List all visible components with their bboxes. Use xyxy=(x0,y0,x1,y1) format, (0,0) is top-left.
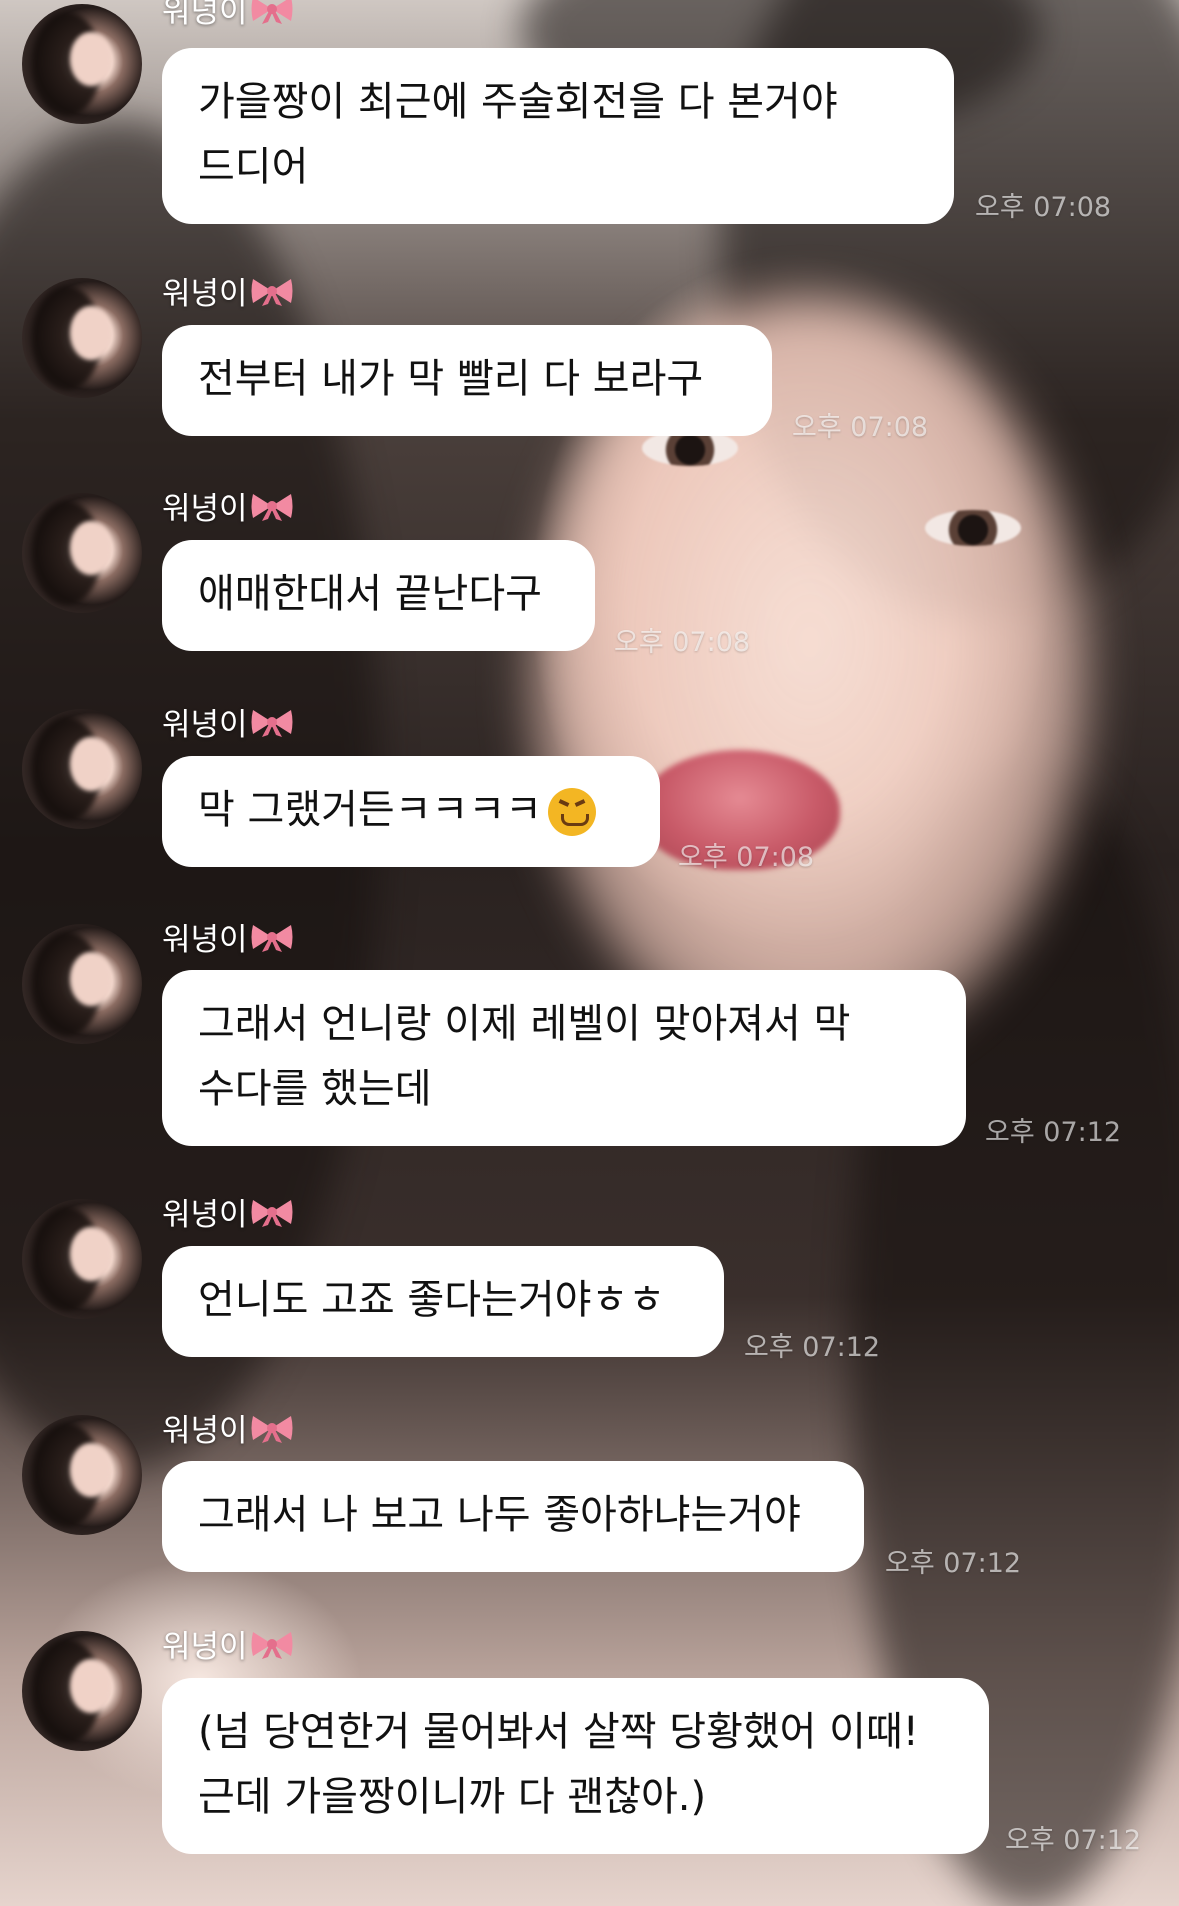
message-bubble[interactable]: 애매한대서 끝난다구 xyxy=(162,540,595,651)
message-time: 오후 07:08 xyxy=(678,842,815,873)
sender-name: 워녕이 xyxy=(162,699,294,744)
message-bubble[interactable]: 언니도 고죠 좋다는거야ㅎㅎ xyxy=(162,1246,724,1357)
sender-avatar[interactable] xyxy=(22,1415,142,1535)
sender-avatar[interactable] xyxy=(22,4,142,124)
message-text: 애매한대서 끝난다구 xyxy=(198,571,542,617)
message-time: 오후 07:12 xyxy=(985,1117,1122,1148)
message-bubble[interactable]: 그래서 나 보고 나두 좋아하냐는거야 xyxy=(162,1461,864,1572)
sender-name-text: 워녕이 xyxy=(162,491,248,527)
message-bubble[interactable]: 그래서 언니랑 이제 레벨이 맞아져서 막 수다를 했는데 xyxy=(162,970,966,1146)
sender-avatar[interactable] xyxy=(22,493,142,613)
sender-name: 워녕이 xyxy=(162,0,294,31)
message-bubble[interactable]: 막 그랬거든ㅋㅋㅋㅋ xyxy=(162,756,660,867)
message-text: 전부터 내가 막 빨리 다 보라구 xyxy=(198,356,704,402)
message-bubble[interactable]: 가을짱이 최근에 주술회전을 다 본거야 드디어 xyxy=(162,48,954,224)
sender-name: 워녕이 xyxy=(162,914,294,959)
ribbon-icon xyxy=(251,709,293,737)
message-time: 오후 07:12 xyxy=(1005,1825,1142,1856)
sender-name-text: 워녕이 xyxy=(162,276,248,312)
ribbon-icon xyxy=(251,0,293,24)
message-time: 오후 07:12 xyxy=(744,1332,881,1363)
message-time: 오후 07:08 xyxy=(792,412,929,443)
ribbon-icon xyxy=(251,1631,293,1659)
sender-name-text: 워녕이 xyxy=(162,922,248,958)
sender-name-text: 워녕이 xyxy=(162,707,248,743)
ribbon-icon xyxy=(251,1415,293,1443)
message-bubble[interactable]: (넘 당연한거 물어봐서 살짝 당황했어 이때! 근데 가을짱이니까 다 괜찮아… xyxy=(162,1678,989,1854)
ribbon-icon xyxy=(251,278,293,306)
sender-avatar[interactable] xyxy=(22,709,142,829)
sender-name-text: 워녕이 xyxy=(162,1413,248,1449)
message-time: 오후 07:08 xyxy=(614,627,751,658)
sender-name: 워녕이 xyxy=(162,1405,294,1450)
sender-avatar[interactable] xyxy=(22,924,142,1044)
message-bubble[interactable]: 전부터 내가 막 빨리 다 보라구 xyxy=(162,325,772,436)
message-text: 언니도 고죠 좋다는거야ㅎㅎ xyxy=(198,1277,666,1323)
confounded-face-icon xyxy=(547,788,596,836)
ribbon-icon xyxy=(251,1199,293,1227)
message-text: 그래서 언니랑 이제 레벨이 맞아져서 막 수다를 했는데 xyxy=(198,1001,851,1112)
message-time: 오후 07:08 xyxy=(975,192,1112,223)
message-text: 그래서 나 보고 나두 좋아하냐는거야 xyxy=(198,1492,801,1538)
sender-avatar[interactable] xyxy=(22,278,142,398)
sender-name: 워녕이 xyxy=(162,268,294,313)
sender-name: 워녕이 xyxy=(162,483,294,528)
sender-name: 워녕이 xyxy=(162,1621,294,1666)
sender-name-text: 워녕이 xyxy=(162,1629,248,1665)
sender-name: 워녕이 xyxy=(162,1189,294,1234)
sender-name-text: 워녕이 xyxy=(162,0,248,30)
ribbon-icon xyxy=(251,493,293,521)
ribbon-icon xyxy=(251,924,293,952)
message-text: (넘 당연한거 물어봐서 살짝 당황했어 이때! 근데 가을짱이니까 다 괜찮아… xyxy=(198,1709,919,1820)
sender-name-text: 워녕이 xyxy=(162,1197,248,1233)
message-text: 막 그랬거든ㅋㅋㅋㅋ xyxy=(198,787,542,833)
message-time: 오후 07:12 xyxy=(885,1548,1022,1579)
message-text: 가을짱이 최근에 주술회전을 다 본거야 드디어 xyxy=(198,79,838,190)
chat-thread: 워녕이 가을짱이 최근에 주술회전을 다 본거야 드디어 오후 07:08 워녕… xyxy=(0,0,1179,1906)
sender-avatar[interactable] xyxy=(22,1631,142,1751)
sender-avatar[interactable] xyxy=(22,1199,142,1319)
